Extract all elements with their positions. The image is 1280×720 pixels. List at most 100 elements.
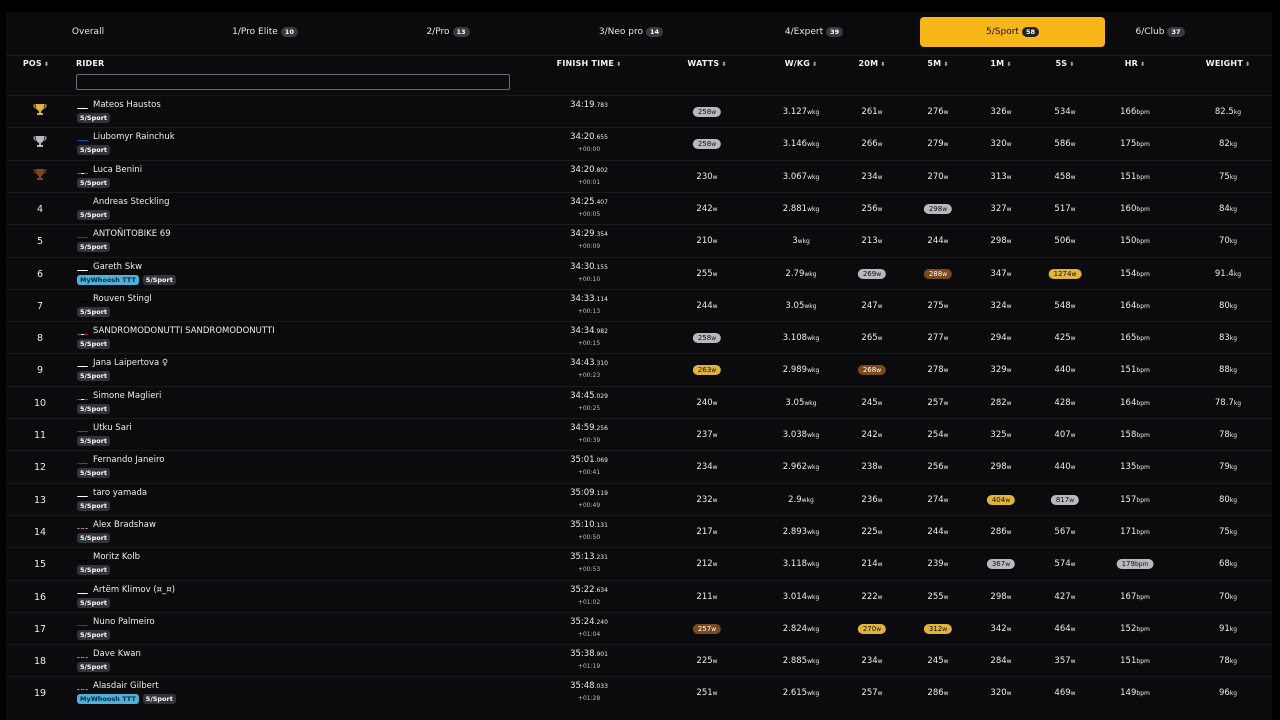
- table-row[interactable]: 14 Alex Bradshaw 5/Sport 35:10.131 +00:50 217…: [6, 514, 1272, 548]
- sort-icon: ⬍: [43, 61, 50, 68]
- column-header-hr[interactable]: HR ⬍: [1125, 59, 1146, 68]
- rider-name[interactable]: Simone Maglieri: [93, 391, 161, 401]
- finish-time-ms: .231: [594, 554, 608, 562]
- finish-time-ms: .655: [594, 134, 608, 142]
- unit: kg: [1233, 399, 1242, 407]
- table-row[interactable]: 12 Fernando Janeiro 5/Sport 35:01.069 +00:41…: [6, 450, 1272, 483]
- value: 367: [991, 560, 1006, 569]
- value: 211: [696, 591, 713, 602]
- cell-hr: 151bpm: [1120, 172, 1150, 182]
- rider-name[interactable]: Utku Sari: [93, 423, 132, 433]
- table-row[interactable]: 18 Dave Kwan 5/Sport 35:38.901 +01:19 225w 2.8…: [6, 644, 1272, 677]
- gold-trophy-icon: [33, 104, 47, 115]
- rider-name[interactable]: Alex Bradshaw: [93, 520, 156, 530]
- unit: w: [943, 335, 949, 343]
- unit: w: [1006, 302, 1012, 310]
- column-header-weight[interactable]: WEIGHT ⬍: [1206, 59, 1250, 68]
- table-row[interactable]: 16 Artëm Klimov (¤_¤) 5/Sport 35:22.634 +01:…: [6, 579, 1272, 613]
- rider-name[interactable]: Dave Kwan: [93, 649, 141, 659]
- sort-icon: ⬍: [880, 61, 886, 68]
- table-row[interactable]: 11 Utku Sari 5/Sport 34:59.256 +00:39 237w 3.0…: [6, 418, 1272, 451]
- rider-name[interactable]: Fernando Janeiro: [93, 455, 164, 465]
- table-row[interactable]: 13 taro yamada 5/Sport 35:09.119 +00:49 232w 2…: [6, 482, 1272, 516]
- tab-label: 5/Sport: [986, 27, 1019, 37]
- column-header-watts[interactable]: WATTS ⬍: [687, 59, 726, 68]
- value: 2.962: [782, 462, 808, 473]
- cell-hr: 154bpm: [1120, 269, 1150, 279]
- table-row[interactable]: 10 Simone Maglieri 5/Sport 34:45.029 +00:25 2…: [6, 385, 1272, 419]
- cell-watts: 257w: [692, 623, 722, 634]
- value: 91.4: [1214, 268, 1234, 279]
- rider-name[interactable]: Gareth Skw: [93, 262, 142, 272]
- gold-highlight-pill: 270w: [857, 623, 887, 634]
- silver-highlight-pill: 179bpm: [1116, 559, 1154, 570]
- value: 237: [696, 430, 713, 440]
- cell-weight: 75kg: [1219, 172, 1237, 182]
- table-row[interactable]: 7 Rouven Stingl 5/Sport 34:33.114 +00:13 244w…: [6, 288, 1272, 322]
- column-header-1m[interactable]: 1M ⬍: [990, 59, 1011, 68]
- table-row[interactable]: 5 ANTOÑITOBIKE 69 5/Sport 34:29.354 +00:09 21…: [6, 224, 1272, 257]
- rider-name[interactable]: taro yamada: [93, 488, 147, 498]
- unit: w: [943, 496, 949, 504]
- rider-name[interactable]: Rouven Stingl: [93, 294, 152, 304]
- rider-name[interactable]: Mateos Haustos: [93, 100, 161, 110]
- value: 78: [1218, 656, 1230, 667]
- rider-filter-input[interactable]: [76, 74, 510, 90]
- rider-tags: 5/Sport: [77, 597, 111, 608]
- rider-name[interactable]: Luca Benini: [93, 165, 142, 175]
- column-header-finish-time[interactable]: FINISH TIME ⬍: [557, 59, 622, 68]
- column-header-w-kg[interactable]: W/KG ⬍: [785, 59, 818, 68]
- tab-1-pro-elite[interactable]: 1/Pro Elite 10: [206, 17, 324, 47]
- rider-name[interactable]: Nuno Palmeiro: [93, 617, 155, 627]
- finish-time-ms: .901: [594, 651, 608, 659]
- column-header-5m[interactable]: 5M ⬍: [927, 59, 948, 68]
- table-row[interactable]: 4 Andreas Steckling 5/Sport 34:25.407 +00:05…: [6, 191, 1272, 225]
- table-row[interactable]: 19 Alasdair Gilbert MyWhoosh TTT 5/Sport 35:…: [6, 676, 1272, 709]
- rider-name[interactable]: SANDROMODONUTTI SANDROMODONUTTI: [93, 326, 275, 336]
- tab-3-neo-pro[interactable]: 3/Neo pro 14: [572, 17, 690, 47]
- rider-name[interactable]: Artëm Klimov (¤_¤): [93, 585, 175, 595]
- value: 298: [928, 204, 943, 213]
- position-number: 10: [33, 397, 47, 409]
- column-header-20m[interactable]: 20M ⬍: [859, 59, 886, 68]
- value: 574: [1054, 559, 1071, 570]
- table-row[interactable]: 8 SANDROMODONUTTI SANDROMODONUTTI 5/Sport 3…: [6, 321, 1272, 354]
- unit: w: [877, 496, 883, 504]
- value: 586: [1054, 139, 1071, 150]
- rider-name[interactable]: Jana Laipertova ♀: [93, 358, 168, 368]
- table-row[interactable]: 6 Gareth Skw MyWhoosh TTT 5/Sport 34:30.155 +…: [6, 256, 1272, 290]
- rider-tags: 5/Sport: [77, 403, 111, 414]
- rider-name[interactable]: ANTOÑITOBIKE 69: [93, 229, 171, 239]
- tab-5-sport[interactable]: 5/Sport 58: [920, 17, 1105, 47]
- rider-name[interactable]: Moritz Kolb: [93, 552, 140, 562]
- tab-4-expert[interactable]: 4/Expert 39: [755, 17, 873, 47]
- table-row[interactable]: 17 Nuno Palmeiro 5/Sport 35:24.240 +01:04 257…: [6, 611, 1272, 645]
- unit: w: [1006, 690, 1012, 698]
- table-row[interactable]: 15 Moritz Kolb 5/Sport 35:13.231 +00:53 212w 3…: [6, 547, 1272, 580]
- rider-name[interactable]: Andreas Steckling: [93, 197, 170, 207]
- unit: w: [1070, 238, 1076, 246]
- unit: wkg: [807, 561, 820, 569]
- cell-watts: 230w: [696, 172, 717, 182]
- unit: kg: [1229, 528, 1238, 536]
- value: 506: [1054, 236, 1071, 247]
- tab-2-pro[interactable]: 2/Pro 13: [389, 17, 507, 47]
- unit: wkg: [807, 109, 820, 116]
- table-row[interactable]: Mateos Haustos 5/Sport 34:19.783 258w 3.127w…: [6, 95, 1272, 128]
- table-row[interactable]: 9 Jana Laipertova ♀ 5/Sport 34:43.310 +00:23…: [6, 353, 1272, 386]
- column-header-5s[interactable]: 5S ⬍: [1056, 59, 1075, 68]
- table-row[interactable]: Liubomyr Rainchuk 5/Sport 34:20.655 +00:00 2…: [6, 127, 1272, 160]
- table-row[interactable]: Luca Benini 5/Sport 34:20.802 +00:01 230w 3.0…: [6, 159, 1272, 193]
- tab-overall[interactable]: Overall: [24, 17, 152, 47]
- value: 166: [1120, 107, 1137, 117]
- cell-weight: 79kg: [1219, 462, 1237, 472]
- tab-6-club[interactable]: 6/Club 37: [1101, 17, 1219, 47]
- rider-name[interactable]: Liubomyr Rainchuk: [93, 132, 175, 142]
- column-header-pos[interactable]: POS ⬍: [23, 59, 49, 68]
- column-header-rider[interactable]: RIDER: [76, 59, 104, 68]
- flag-it-icon: [77, 327, 88, 336]
- rider-name[interactable]: Alasdair Gilbert: [93, 681, 159, 691]
- value: 3.05: [785, 397, 805, 408]
- finish-time: 35:24.240: [566, 617, 612, 627]
- unit: wkg: [797, 238, 810, 246]
